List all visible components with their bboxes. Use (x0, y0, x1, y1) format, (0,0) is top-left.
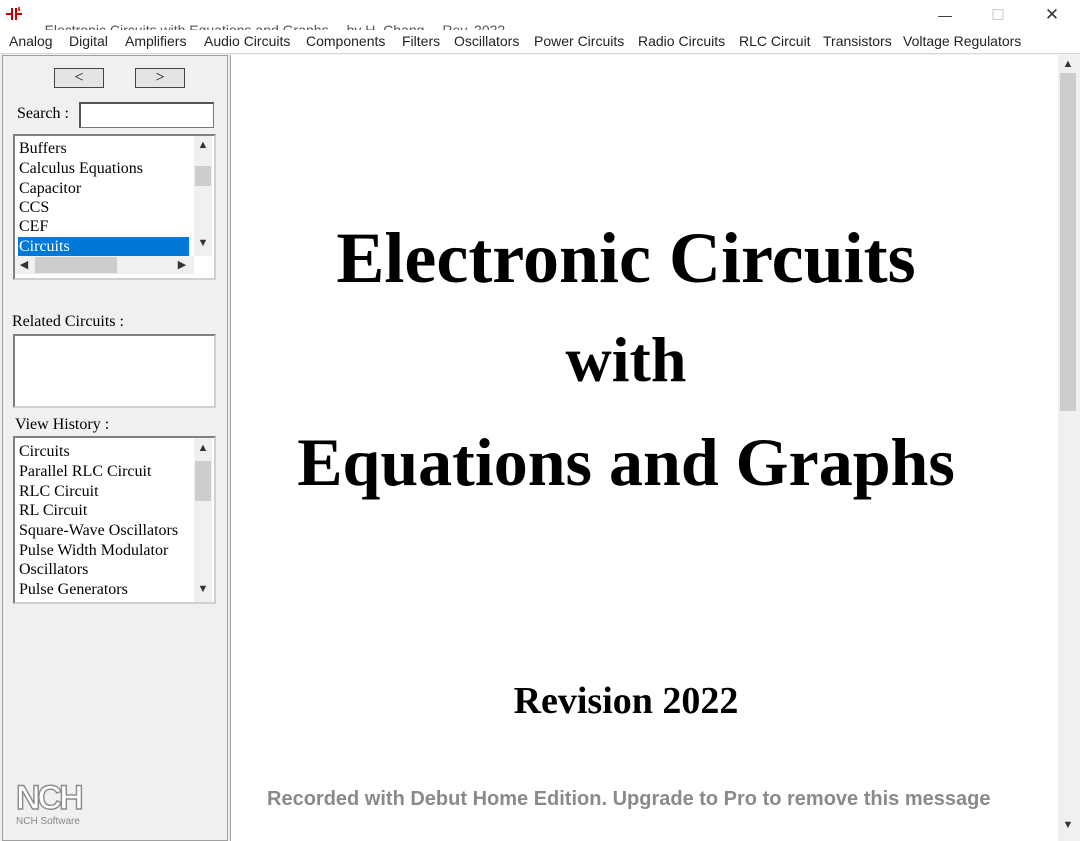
menu-digital[interactable]: Digital (69, 33, 108, 49)
minimize-button[interactable]: — (922, 0, 968, 30)
list-item[interactable]: Calculus Equations (18, 159, 143, 178)
menu-radio-circuits[interactable]: Radio Circuits (638, 33, 725, 49)
list-item[interactable]: RLC Circuit (18, 482, 99, 501)
list-item[interactable]: Pulse Width Modulator (18, 541, 168, 560)
list-item[interactable]: Oscillators (18, 560, 88, 579)
topics-list[interactable]: Buffers Calculus Equations Capacitor CCS… (13, 134, 216, 280)
main-title-line3: Equations and Graphs (297, 424, 955, 500)
search-label: Search : (17, 105, 69, 122)
forward-button[interactable]: > (135, 68, 185, 88)
scroll-left-icon[interactable]: ◀ (15, 258, 33, 271)
menu-rlc-circuit[interactable]: RLC Circuit (739, 33, 811, 49)
related-circuits-label: Related Circuits : (12, 313, 124, 330)
list-item[interactable]: Circuits (18, 442, 70, 461)
close-icon: ✕ (1044, 5, 1060, 24)
list-item[interactable]: Square-Wave Oscillators (18, 521, 178, 540)
title-bar: Electronic Circuits with Equations and G… (0, 0, 1080, 38)
scroll-up-icon[interactable]: ▲ (194, 442, 212, 454)
scroll-down-icon[interactable]: ▼ (194, 237, 212, 249)
view-history-label: View History : (15, 416, 110, 433)
list-item[interactable]: Buffers (18, 139, 67, 158)
nch-logo: NCH NCH Software (15, 778, 86, 831)
nch-logo-caption: NCH Software (16, 816, 80, 827)
maximize-button[interactable]: ☐ (975, 0, 1021, 30)
nch-logo-mark: NCH (15, 778, 84, 817)
menu-filters[interactable]: Filters (402, 33, 440, 49)
list-item[interactable]: Parallel RLC Circuit (18, 462, 151, 481)
scroll-thumb[interactable] (195, 461, 211, 501)
maximize-icon: ☐ (991, 7, 1005, 24)
menu-bar: Analog Digital Amplifiers Audio Circuits… (0, 30, 1080, 54)
list-item[interactable]: CCS (18, 198, 49, 217)
scroll-down-icon[interactable]: ▼ (1059, 819, 1077, 831)
topics-horizontal-scrollbar[interactable]: ◀ ▶ (15, 256, 194, 274)
list-item[interactable]: RL Circuit (18, 501, 87, 520)
history-vertical-scrollbar[interactable]: ▲ ▼ (194, 438, 212, 602)
related-circuits-list[interactable] (13, 334, 216, 408)
menu-analog[interactable]: Analog (9, 33, 53, 49)
list-item[interactable]: Capacitor (18, 179, 81, 198)
circuit-icon (6, 7, 22, 20)
menu-transistors[interactable]: Transistors (823, 33, 892, 49)
scroll-thumb[interactable] (1060, 73, 1076, 411)
menu-audio-circuits[interactable]: Audio Circuits (204, 33, 290, 49)
topics-vertical-scrollbar[interactable]: ▲ ▼ (194, 136, 212, 256)
scroll-down-icon[interactable]: ▼ (194, 583, 212, 595)
main-vertical-scrollbar[interactable]: ▲ ▼ (1058, 55, 1078, 841)
scroll-thumb[interactable] (35, 257, 117, 273)
menu-voltage-regulators[interactable]: Voltage Regulators (903, 33, 1021, 49)
recording-watermark: Recorded with Debut Home Edition. Upgrad… (267, 788, 991, 810)
minimize-icon: — (938, 7, 952, 23)
scroll-thumb[interactable] (195, 166, 211, 186)
main-title-line1: Electronic Circuits (336, 218, 916, 298)
back-button[interactable]: < (54, 68, 104, 88)
menu-power-circuits[interactable]: Power Circuits (534, 33, 624, 49)
list-item[interactable]: CEF (18, 217, 48, 236)
main-content: Electronic Circuits with Equations and G… (230, 55, 1059, 841)
scroll-up-icon[interactable]: ▲ (194, 139, 212, 151)
search-input[interactable] (79, 102, 214, 128)
menu-components[interactable]: Components (306, 33, 385, 49)
list-item-selected[interactable]: Circuits (18, 237, 189, 256)
close-button[interactable]: ✕ (1029, 0, 1075, 30)
main-title-line2: with (565, 324, 687, 395)
scroll-up-icon[interactable]: ▲ (1059, 58, 1077, 70)
scroll-right-icon[interactable]: ▶ (173, 258, 191, 271)
revision-text: Revision 2022 (513, 680, 739, 722)
view-history-list[interactable]: Circuits Parallel RLC Circuit RLC Circui… (13, 436, 216, 604)
menu-amplifiers[interactable]: Amplifiers (125, 33, 186, 49)
menu-oscillators[interactable]: Oscillators (454, 33, 519, 49)
list-item[interactable]: Pulse Generators (18, 580, 128, 599)
